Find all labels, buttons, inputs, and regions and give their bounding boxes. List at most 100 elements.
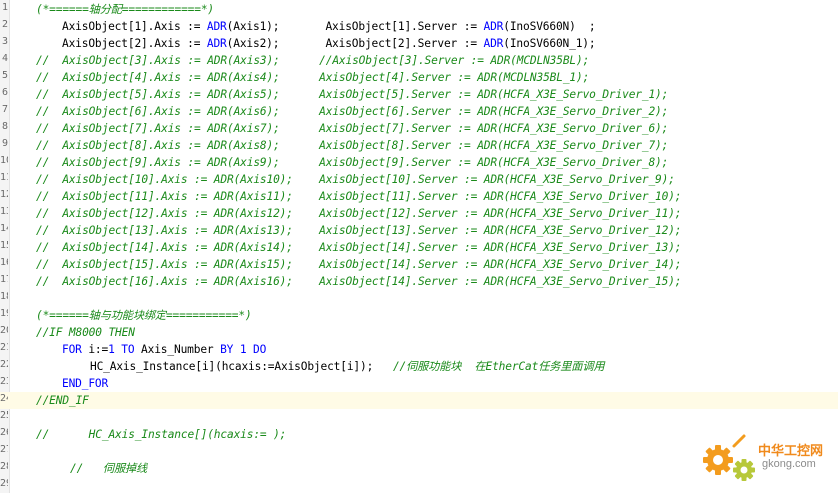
line-number: 11 xyxy=(0,172,8,183)
line-number: 5 xyxy=(1,70,8,81)
code-line[interactable]: 10 // AxisObject[9].Axis := ADR(Axis9); A… xyxy=(0,154,838,171)
keyword-token: ADR xyxy=(206,37,227,50)
line-number: 12 xyxy=(0,189,8,200)
code-line[interactable]: 6 // AxisObject[5].Axis := ADR(Axis5); Ax… xyxy=(0,86,838,103)
keyword-token: TO xyxy=(121,343,135,356)
code-text: // AxisObject[9].Axis := ADR(Axis9); Axi… xyxy=(36,154,668,171)
code-text: // AxisObject[7].Axis := ADR(Axis7); Axi… xyxy=(36,120,668,137)
watermark-title: 中华工控网 xyxy=(758,444,824,459)
code-token: (Axis2); AxisObject[2].Server := xyxy=(226,37,484,50)
code-line[interactable]: 9 // AxisObject[8].Axis := ADR(Axis8); Ax… xyxy=(0,137,838,154)
line-number: 24 xyxy=(0,393,8,404)
code-text: AxisObject[1].Axis := ADR(Axis1); AxisOb… xyxy=(62,18,596,35)
line-number: 3 xyxy=(1,36,8,47)
code-line[interactable]: 19 (*======轴与功能块绑定===========*) xyxy=(0,307,838,324)
code-line[interactable]: 21 FOR i:=1 TO Axis_Number BY 1 DO xyxy=(0,341,838,358)
code-line[interactable]: 7 // AxisObject[6].Axis := ADR(Axis6); Ax… xyxy=(0,103,838,120)
code-line[interactable]: 22 HC_Axis_Instance[i](hcaxis:=AxisObject… xyxy=(0,358,838,375)
gear-icon xyxy=(703,434,755,481)
code-line[interactable]: 13 // AxisObject[12].Axis := ADR(Axis12);… xyxy=(0,205,838,222)
code-line[interactable]: 5 // AxisObject[4].Axis := ADR(Axis4); Ax… xyxy=(0,69,838,86)
comment-token: // AxisObject[7].Axis := ADR(Axis7); Axi… xyxy=(36,122,669,135)
keyword-token: FOR xyxy=(62,343,82,356)
comment-token: // AxisObject[14].Axis := ADR(Axis14); A… xyxy=(36,241,682,254)
line-number: 25 xyxy=(0,410,8,421)
code-text: //IF M8000 THEN xyxy=(36,324,135,341)
code-text: // AxisObject[8].Axis := ADR(Axis8); Axi… xyxy=(36,137,668,154)
code-line[interactable]: 1 (*======轴分配============*) xyxy=(0,1,838,18)
code-line[interactable]: 17 // AxisObject[16].Axis := ADR(Axis16);… xyxy=(0,273,838,290)
code-text: // AxisObject[15].Axis := ADR(Axis15); A… xyxy=(36,256,682,273)
code-text: // AxisObject[13].Axis := ADR(Axis13); A… xyxy=(36,222,682,239)
line-number: 28 xyxy=(0,461,8,472)
code-text: // AxisObject[12].Axis := ADR(Axis12); A… xyxy=(36,205,682,222)
comment-token: (*======轴与功能块绑定===========*) xyxy=(36,309,252,322)
code-line[interactable]: 16 // AxisObject[15].Axis := ADR(Axis15);… xyxy=(0,256,838,273)
code-text: HC_Axis_Instance[i](hcaxis:=AxisObject[i… xyxy=(90,358,605,375)
code-text: FOR i:=1 TO Axis_Number BY 1 DO xyxy=(62,341,266,358)
code-line[interactable]: 15 // AxisObject[14].Axis := ADR(Axis14);… xyxy=(0,239,838,256)
code-line[interactable]: 8 // AxisObject[7].Axis := ADR(Axis7); Ax… xyxy=(0,120,838,137)
line-number: 1 xyxy=(1,2,8,13)
line-number: 13 xyxy=(0,206,8,217)
code-editor[interactable]: 1 (*======轴分配============*) 2 AxisObject[1]… xyxy=(0,0,838,493)
code-text: // AxisObject[5].Axis := ADR(Axis5); Axi… xyxy=(36,86,668,103)
comment-token: //END_IF xyxy=(36,394,89,407)
keyword-token: END_FOR xyxy=(62,377,109,390)
watermark-domain: gkong.com xyxy=(762,458,816,470)
line-number: 2 xyxy=(1,19,8,30)
code-line[interactable]: 20 //IF M8000 THEN xyxy=(0,324,838,341)
line-number: 17 xyxy=(0,274,8,285)
comment-token: // AxisObject[3].Axis := ADR(Axis3); //A… xyxy=(36,54,590,67)
code-line[interactable]: 12 // AxisObject[11].Axis := ADR(Axis11);… xyxy=(0,188,838,205)
code-line[interactable]: 23 END_FOR xyxy=(0,375,838,392)
line-number: 16 xyxy=(0,257,8,268)
line-number: 8 xyxy=(1,121,8,132)
code-text: // AxisObject[11].Axis := ADR(Axis11); A… xyxy=(36,188,682,205)
comment-token: //IF M8000 THEN xyxy=(36,326,135,339)
code-text: // AxisObject[6].Axis := ADR(Axis6); Axi… xyxy=(36,103,668,120)
code-text: // HC_Axis_Instance[](hcaxis:= ); xyxy=(36,426,286,443)
line-number: 9 xyxy=(1,138,8,149)
line-number: 23 xyxy=(0,376,8,387)
code-line[interactable]: 24 //END_IF xyxy=(0,392,838,409)
code-token: AxisObject[2].Axis := xyxy=(62,37,207,50)
comment-token: // AxisObject[4].Axis := ADR(Axis4); Axi… xyxy=(36,71,590,84)
comment-token: // AxisObject[6].Axis := ADR(Axis6); Axi… xyxy=(36,105,669,118)
code-token: HC_Axis_Instance[i](hcaxis:=AxisObject[i… xyxy=(90,360,393,373)
line-number: 22 xyxy=(0,359,8,370)
comment-token: // AxisObject[8].Axis := ADR(Axis8); Axi… xyxy=(36,139,669,152)
line-number: 21 xyxy=(0,342,8,353)
keyword-token: ADR xyxy=(483,37,504,50)
comment-token: // AxisObject[9].Axis := ADR(Axis9); Axi… xyxy=(36,156,669,169)
code-line[interactable]: 25 xyxy=(0,409,838,426)
code-line[interactable]: 2 AxisObject[1].Axis := ADR(Axis1); AxisO… xyxy=(0,18,838,35)
code-token: (InoSV660N) ; xyxy=(503,20,596,33)
line-number: 14 xyxy=(0,223,8,234)
comment-token: // AxisObject[13].Axis := ADR(Axis13); A… xyxy=(36,224,682,237)
line-number: 4 xyxy=(1,53,8,64)
line-number: 29 xyxy=(0,478,8,489)
code-line[interactable]: 11 // AxisObject[10].Axis := ADR(Axis10);… xyxy=(0,171,838,188)
code-text: (*======轴与功能块绑定===========*) xyxy=(36,307,252,324)
comment-token: // AxisObject[10].Axis := ADR(Axis10); A… xyxy=(36,173,675,186)
code-line[interactable]: 14 // AxisObject[13].Axis := ADR(Axis13);… xyxy=(0,222,838,239)
code-line[interactable]: 3 AxisObject[2].Axis := ADR(Axis2); AxisO… xyxy=(0,35,838,52)
code-token: AxisObject[1].Axis := xyxy=(62,20,207,33)
code-line[interactable]: 18 xyxy=(0,290,838,307)
code-text: AxisObject[2].Axis := ADR(Axis2); AxisOb… xyxy=(62,35,596,52)
comment-token: //伺服功能块 在EtherCat任务里面调用 xyxy=(392,360,605,373)
line-number: 10 xyxy=(0,155,8,166)
line-number: 6 xyxy=(1,87,8,98)
line-number: 27 xyxy=(0,444,8,455)
line-number: 20 xyxy=(0,325,8,336)
watermark: 中华工控网 gkong.com xyxy=(700,432,834,486)
code-line[interactable]: 4 // AxisObject[3].Axis := ADR(Axis3); //… xyxy=(0,52,838,69)
line-number: 7 xyxy=(1,104,8,115)
line-number: 15 xyxy=(0,240,8,251)
comment-token: // HC_Axis_Instance[](hcaxis:= ); xyxy=(36,428,287,441)
line-number: 26 xyxy=(0,427,8,438)
code-token: (Axis1); AxisObject[1].Server := xyxy=(226,20,484,33)
code-text: // AxisObject[14].Axis := ADR(Axis14); A… xyxy=(36,239,682,256)
